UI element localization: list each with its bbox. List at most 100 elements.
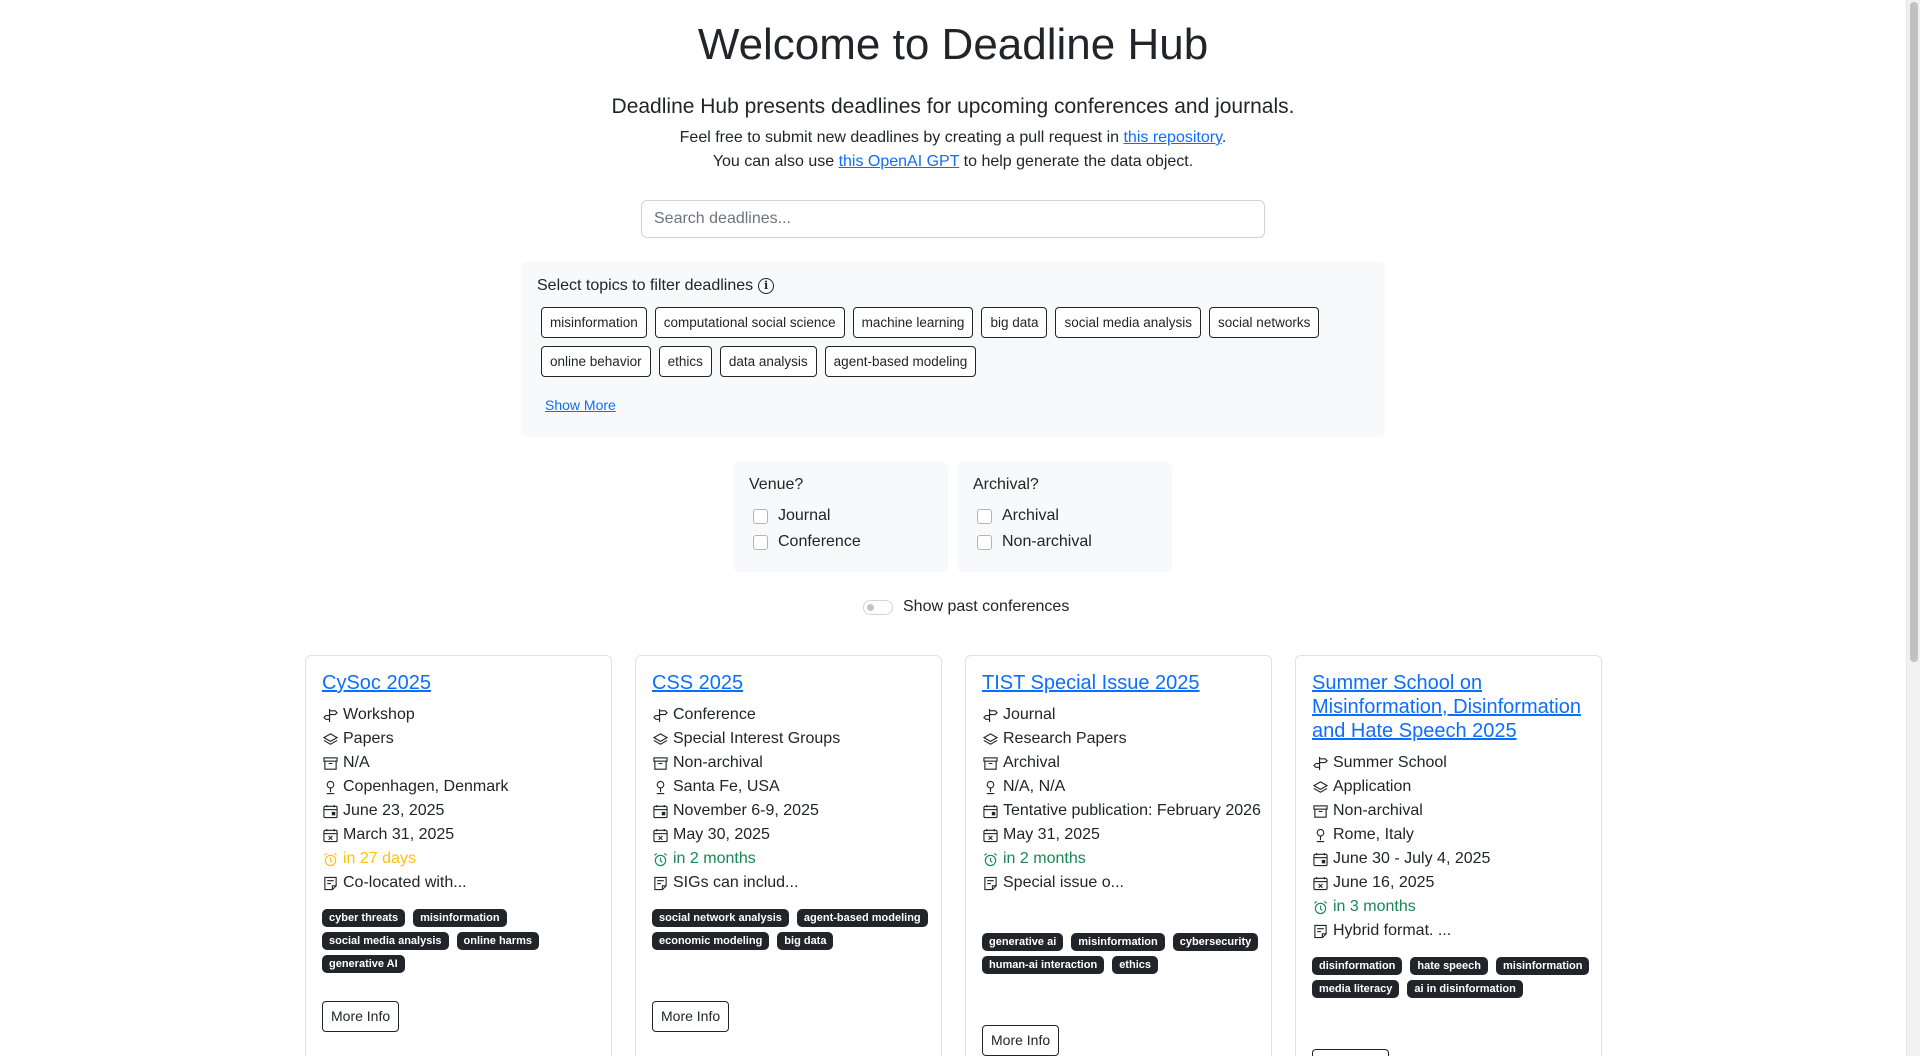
topic-badge: media literacy: [1312, 980, 1400, 998]
openai-gpt-link[interactable]: this OpenAI GPT: [839, 153, 960, 170]
card-title-link[interactable]: CSS 2025: [652, 671, 927, 695]
detail-text: Archival: [1003, 754, 1060, 771]
detail-row: Journal: [982, 703, 1262, 727]
detail-text: in 27 days: [343, 850, 416, 867]
calendar-x-icon: [982, 827, 998, 843]
detail-row: November 6-9, 2025: [652, 799, 932, 823]
more-info-button[interactable]: More Info: [322, 1001, 400, 1032]
location-icon: [652, 779, 668, 795]
deadline-card: CSS 2025 Conference Special Interest Group…: [635, 655, 942, 1056]
calendar-event-icon: [652, 803, 668, 819]
detail-text: Summer School: [1333, 754, 1447, 771]
detail-text: Journal: [1003, 706, 1056, 723]
more-info-button[interactable]: More Info: [652, 1001, 730, 1032]
archival-checkbox[interactable]: Archival: [977, 507, 1059, 525]
toggle-switch[interactable]: [863, 599, 893, 615]
card-title-link[interactable]: Summer School on Misinformation, Disinfo…: [1312, 671, 1587, 743]
checkbox-box[interactable]: [753, 534, 768, 550]
checkbox-box[interactable]: [977, 508, 992, 524]
detail-row: SIGs can includ...: [652, 871, 932, 895]
card-title-link[interactable]: CySoc 2025: [322, 671, 597, 695]
submit-note: Feel free to submit new deadlines by cre…: [0, 129, 1906, 147]
topic-button[interactable]: computational social science: [654, 307, 845, 338]
detail-row: Santa Fe, USA: [652, 775, 932, 799]
gpt-note: You can also use this OpenAI GPT to help…: [0, 153, 1906, 171]
detail-text: Research Papers: [1003, 730, 1127, 747]
journal-checkbox[interactable]: Journal: [753, 507, 830, 525]
lead-text: Deadline Hub presents deadlines for upco…: [611, 95, 1295, 118]
signpost-icon: [652, 707, 668, 723]
layers-icon: [322, 731, 338, 747]
detail-text: N/A: [343, 754, 370, 771]
detail-text: March 31, 2025: [343, 826, 455, 843]
more-info-button[interactable]: More Info: [982, 1025, 1060, 1056]
detail-row: in 2 months: [982, 847, 1262, 871]
detail-row: Co-located with...: [322, 871, 602, 895]
detail-row: Papers: [322, 727, 602, 751]
alarm-icon: [1312, 899, 1328, 915]
calendar-x-icon: [1312, 875, 1328, 891]
detail-row: June 16, 2025: [1312, 871, 1592, 895]
toggle-label: Show past conferences: [903, 598, 1070, 615]
more-info-button[interactable]: More Info: [1312, 1049, 1390, 1056]
detail-row: in 2 months: [652, 847, 932, 871]
topic-button[interactable]: misinformation: [541, 307, 647, 338]
archive-icon: [322, 755, 338, 771]
detail-text: Workshop: [343, 706, 415, 723]
topic-filter-panel: Select topics to filter deadlines i misi…: [521, 262, 1385, 437]
topic-button[interactable]: social media analysis: [1055, 307, 1202, 338]
repository-link[interactable]: this repository: [1123, 129, 1221, 146]
checkbox-label: Archival: [1002, 507, 1059, 524]
topic-badge: agent-based modeling: [796, 909, 928, 927]
checkbox-label: Conference: [778, 533, 861, 550]
show-more-link[interactable]: Show More: [545, 397, 616, 413]
detail-row: Research Papers: [982, 727, 1262, 751]
detail-row: Summer School: [1312, 751, 1592, 775]
detail-row: Non-archival: [652, 751, 932, 775]
topic-button[interactable]: big data: [981, 307, 1048, 338]
submit-note-text: Feel free to submit new deadlines by cre…: [679, 129, 1124, 146]
layers-icon: [982, 731, 998, 747]
detail-text: November 6-9, 2025: [673, 802, 819, 819]
calendar-event-icon: [322, 803, 338, 819]
past-conferences-toggle[interactable]: Show past conferences: [863, 598, 1069, 616]
topic-button[interactable]: machine learning: [852, 307, 974, 338]
checkbox-box[interactable]: [753, 508, 768, 524]
topic-button[interactable]: ethics: [658, 346, 712, 377]
topic-badge: generative AI: [322, 955, 405, 973]
calendar-x-icon: [322, 827, 338, 843]
non-archival-checkbox[interactable]: Non-archival: [977, 533, 1092, 551]
signpost-icon: [1312, 755, 1328, 771]
topic-filter-heading: Select topics to filter deadlines i: [537, 277, 775, 295]
note-icon: [982, 875, 998, 891]
topic-badges: social network analysis agent-based model…: [652, 909, 932, 950]
topic-badge: misinformation: [1495, 957, 1590, 975]
topic-badge: generative ai: [982, 933, 1064, 951]
topic-button[interactable]: data analysis: [719, 346, 817, 377]
checkbox-box[interactable]: [977, 534, 992, 550]
alarm-icon: [982, 851, 998, 867]
archival-filter: Archival? Archival Non-archival: [957, 462, 1172, 572]
detail-row: May 31, 2025: [982, 823, 1262, 847]
card-title-link[interactable]: TIST Special Issue 2025: [982, 671, 1257, 695]
detail-text: in 3 months: [1333, 898, 1416, 915]
archive-icon: [982, 755, 998, 771]
search-input[interactable]: [641, 200, 1265, 238]
detail-text: Copenhagen, Denmark: [343, 778, 509, 795]
detail-text: in 2 months: [673, 850, 756, 867]
conference-checkbox[interactable]: Conference: [753, 533, 861, 551]
archive-icon: [1312, 803, 1328, 819]
topic-badge: online harms: [456, 932, 539, 950]
signpost-icon: [322, 707, 338, 723]
topic-button[interactable]: agent-based modeling: [824, 346, 977, 377]
detail-row: Copenhagen, Denmark: [322, 775, 602, 799]
scrollbar-thumb[interactable]: [1910, 2, 1918, 662]
topic-button[interactable]: social networks: [1209, 307, 1320, 338]
submit-note-end: .: [1221, 129, 1227, 146]
alarm-icon: [652, 851, 668, 867]
topic-button[interactable]: online behavior: [541, 346, 651, 377]
detail-row: Special issue o...: [982, 871, 1262, 895]
scrollbar[interactable]: [1906, 0, 1920, 1056]
info-icon[interactable]: i: [758, 278, 775, 294]
detail-text: Non-archival: [673, 754, 763, 771]
